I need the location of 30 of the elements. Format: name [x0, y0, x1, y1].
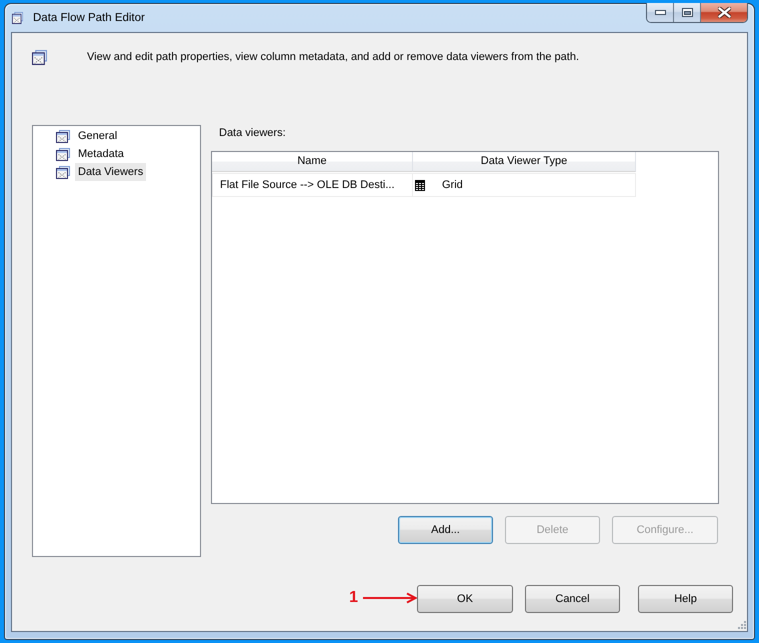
grid-icon [415, 180, 425, 190]
section-label: Data viewers: [218, 126, 286, 141]
table-row[interactable]: Flat File Source --> OLE DB Desti... Grid [212, 173, 636, 197]
description-text: View and edit path properties, view column metadata, and add or remove data viewers from the path. [87, 50, 580, 65]
close-icon [718, 7, 730, 18]
annotation-number: 1 [349, 588, 358, 606]
window-icon [56, 130, 70, 142]
column-header[interactable]: Data Viewer Type [413, 152, 636, 172]
add-button[interactable]: Add... [398, 516, 493, 544]
nav-item[interactable]: General [75, 127, 120, 145]
annotation-arrow [363, 592, 417, 604]
table-cell-text: Grid [442, 178, 463, 193]
nav-item[interactable]: Data Viewers [75, 163, 146, 181]
column-header[interactable]: Name [212, 152, 413, 172]
minimize-button[interactable] [647, 3, 674, 22]
maximize-button[interactable] [674, 3, 701, 22]
help-button[interactable]: Help [638, 585, 733, 613]
cancel-button[interactable]: Cancel [525, 585, 620, 613]
resize-grip[interactable] [737, 620, 746, 629]
ok-button[interactable]: OK [417, 585, 513, 613]
window-icon [56, 148, 70, 160]
window-icon [32, 50, 47, 64]
nav-item[interactable]: Metadata [75, 145, 127, 163]
table-cell-text: Flat File Source --> OLE DB Desti... [220, 178, 395, 193]
window-icon [56, 166, 70, 178]
window-title: Data Flow Path Editor [33, 12, 146, 24]
minimize-icon [654, 10, 666, 15]
maximize-icon [682, 8, 692, 17]
window-icon [12, 12, 23, 24]
close-button[interactable] [701, 3, 747, 22]
